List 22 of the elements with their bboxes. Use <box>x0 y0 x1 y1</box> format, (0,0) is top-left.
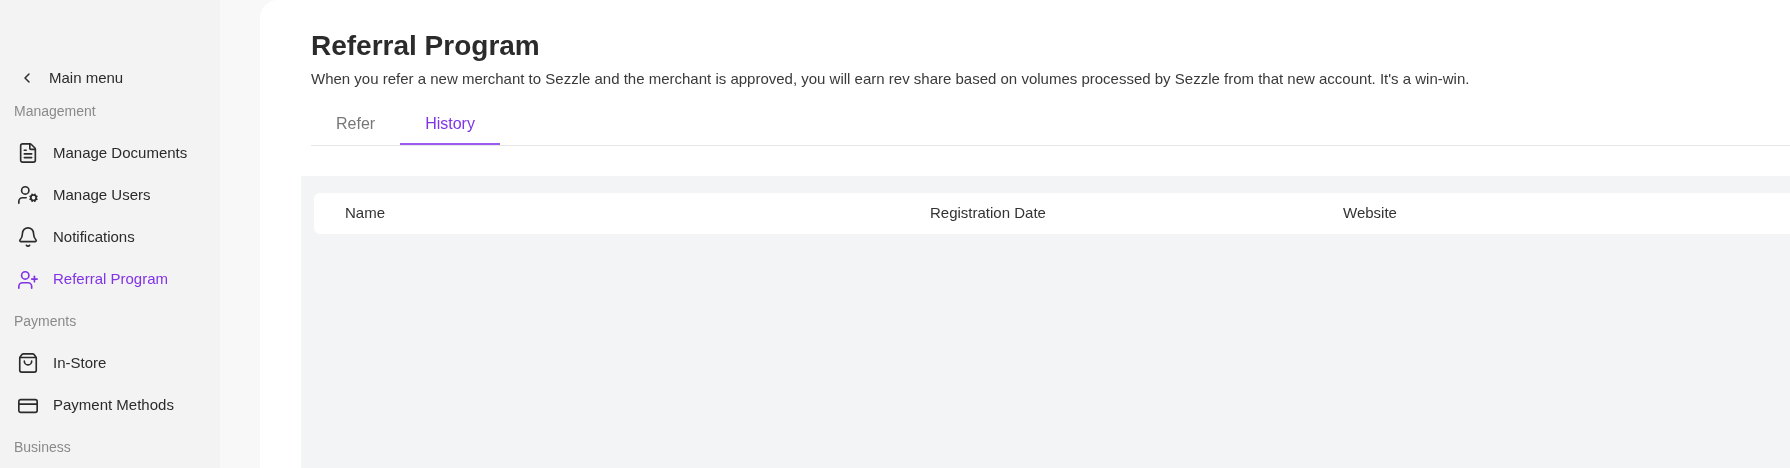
sidebar-item[interactable]: In-Store <box>14 342 220 385</box>
column-header: Website <box>1343 204 1397 221</box>
back-link[interactable]: Main menu <box>14 66 220 91</box>
section-heading: Payments <box>14 311 78 331</box>
sidebar-item[interactable]: Referral Program <box>14 258 220 301</box>
sidebar-item[interactable]: Payment Methods <box>14 384 220 427</box>
tab[interactable]: Refer <box>311 104 401 145</box>
sidebar-item[interactable]: Manage Documents <box>14 131 220 174</box>
tab[interactable]: History <box>400 104 500 145</box>
page-title: Referral Program <box>311 29 541 63</box>
sidebar-item[interactable]: Manage Users <box>14 174 220 217</box>
user-gear-icon <box>17 184 39 207</box>
column-header: Registration Date <box>930 204 1046 221</box>
bell-icon <box>17 226 39 249</box>
sidebar-item[interactable]: Notifications <box>14 216 220 259</box>
user-plus-icon <box>17 268 39 291</box>
section-heading: Business <box>14 437 72 457</box>
document-icon <box>17 141 39 164</box>
section-heading: Management <box>14 101 97 121</box>
page-description: When you refer a new merchant to Sezzle and the merchant is approved, you will earn rev share based on volumes processed by Sezzle from that new account. It's a win-win. <box>311 69 1471 89</box>
column-header: Name <box>345 204 385 221</box>
shopping-bag-icon <box>17 352 39 375</box>
